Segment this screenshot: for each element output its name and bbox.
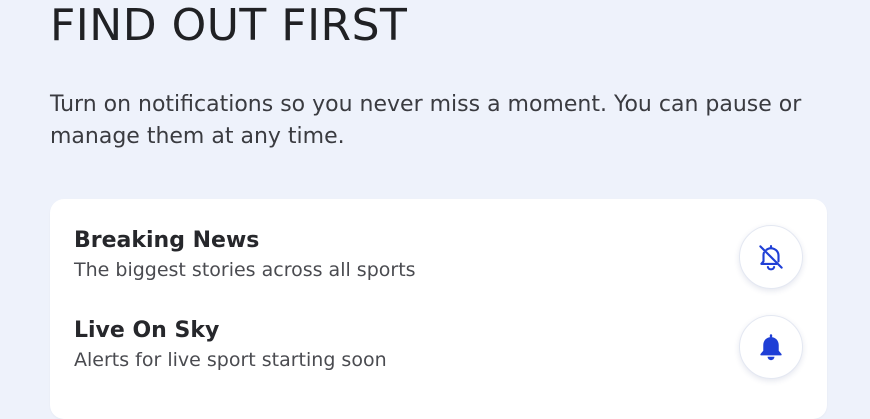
notification-description: The biggest stories across all sports xyxy=(74,259,416,281)
breaking-news-notification-toggle[interactable] xyxy=(739,225,803,289)
notification-description: Alerts for live sport starting soon xyxy=(74,349,387,371)
bell-off-icon xyxy=(756,242,786,272)
notification-row-live-on-sky: Live On Sky Alerts for live sport starti… xyxy=(74,315,803,385)
notifications-card: Breaking News The biggest stories across… xyxy=(50,199,827,419)
notification-title: Live On Sky xyxy=(74,318,220,343)
live-on-sky-notification-toggle[interactable] xyxy=(739,315,803,379)
page-intro: Turn on notifications so you never miss … xyxy=(50,92,802,149)
page-title: FIND OUT FIRST xyxy=(50,0,408,51)
notification-title: Breaking News xyxy=(74,228,260,253)
bell-filled-icon xyxy=(755,331,787,363)
notification-row-breaking-news: Breaking News The biggest stories across… xyxy=(74,225,803,295)
